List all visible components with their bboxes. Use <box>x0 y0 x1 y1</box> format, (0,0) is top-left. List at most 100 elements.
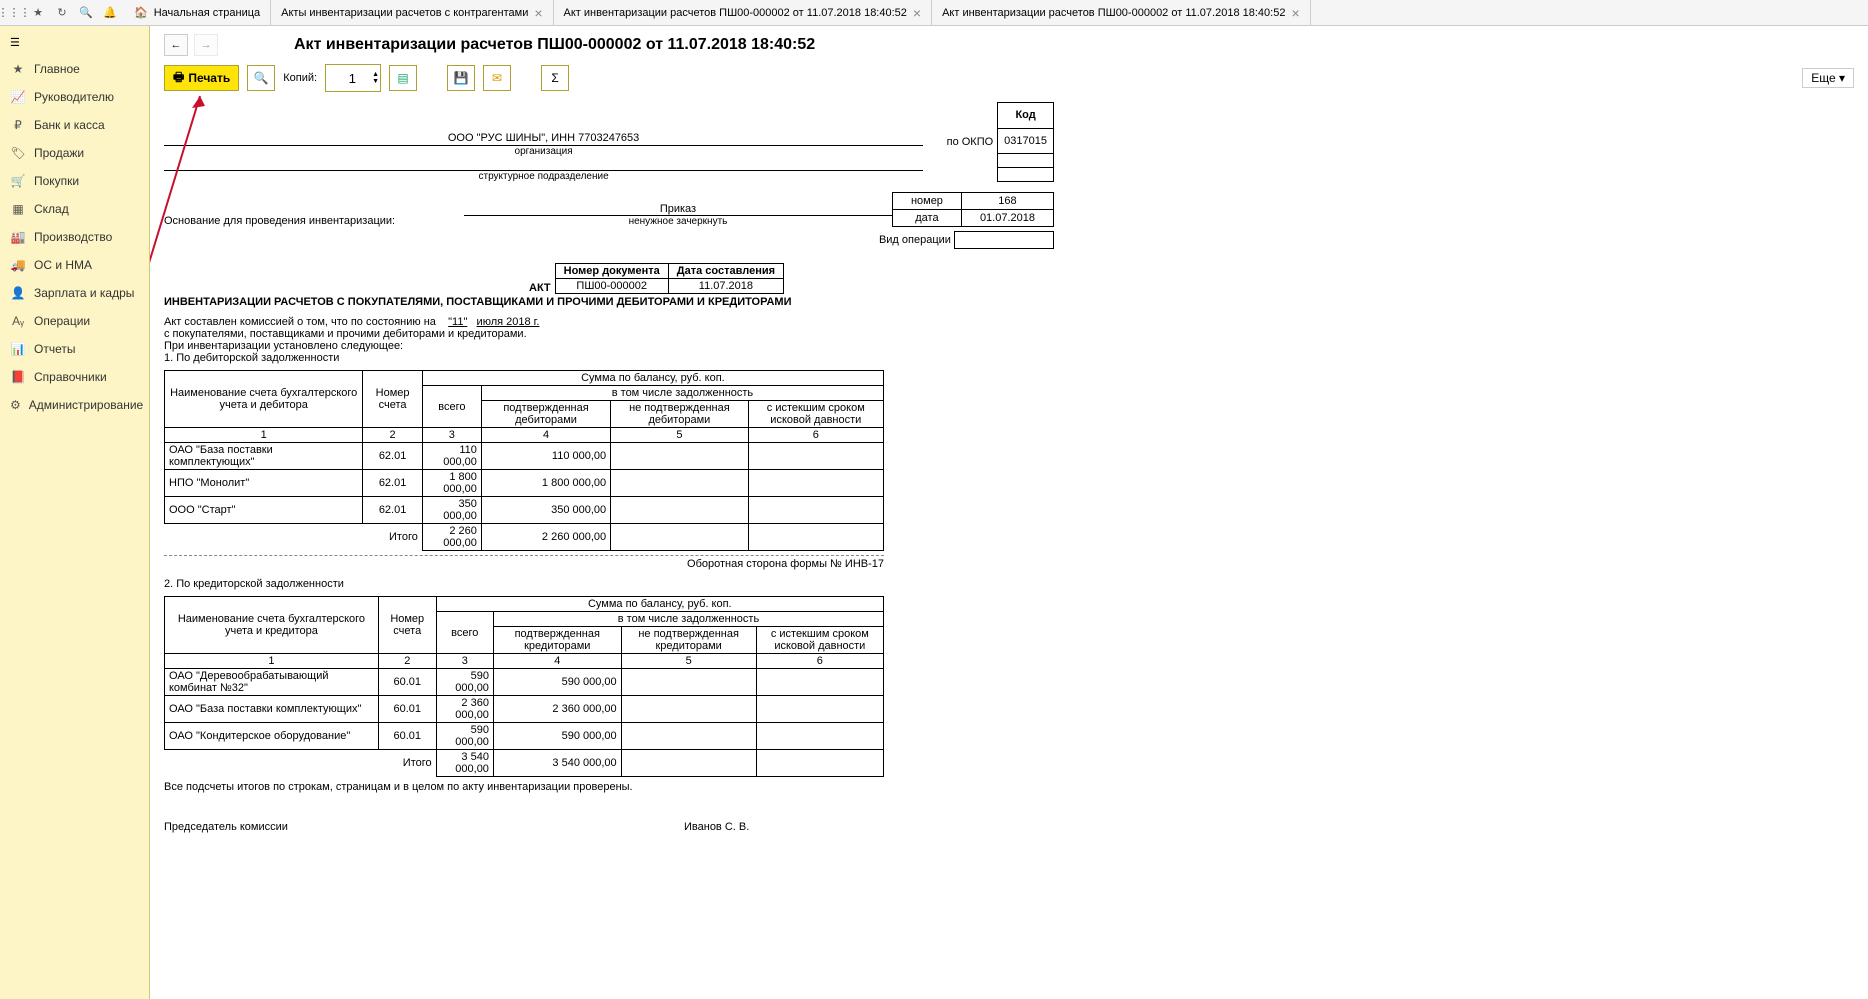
opview-label: Вид операции <box>879 234 951 246</box>
copies-spinner[interactable]: ▲▼ <box>370 71 380 85</box>
toolbar: 🖶 Печать 🔍 Копий: ▲▼ ▤ 💾 ✉ Σ Еще ▾ <box>164 64 1854 92</box>
numdate-table: номер168 дата01.07.2018 <box>892 192 1054 227</box>
gear-icon: ⚙ <box>10 397 21 413</box>
basis-value: Приказ <box>464 203 892 216</box>
sum-button[interactable]: Σ <box>541 65 569 91</box>
tab-0[interactable]: 🏠Начальная страница <box>124 0 271 25</box>
struct-sub: структурное подразделение <box>164 171 923 182</box>
bell-icon[interactable]: 🔔 <box>102 5 118 21</box>
document-body: ООО "РУС ШИНЫ", ИНН 7703247653 организац… <box>164 102 1054 833</box>
sidebar-item-3[interactable]: 🏷Продажи <box>0 139 149 167</box>
tab-2[interactable]: Акт инвентаризации расчетов ПШ00-000002 … <box>554 0 933 25</box>
struct-line <box>164 157 923 171</box>
code-table: Код 0317015 <box>997 102 1054 182</box>
copies-input[interactable] <box>326 65 370 91</box>
org-name: ООО "РУС ШИНЫ", ИНН 7703247653 <box>164 132 923 146</box>
close-icon[interactable]: × <box>913 5 921 21</box>
basis-label: Основание для проведения инвентаризации: <box>164 215 464 227</box>
back-button[interactable]: ← <box>164 34 188 56</box>
search-icon[interactable]: 🔍 <box>78 5 94 21</box>
opview-box <box>954 231 1054 249</box>
date-value: 01.07.2018 <box>961 210 1053 227</box>
content-area: 3 ← → Акт инвентаризации расчетов ПШ00-0… <box>150 26 1868 999</box>
tab-3[interactable]: Акт инвентаризации расчетов ПШ00-000002 … <box>932 0 1311 25</box>
table-row: ОАО "Деревообрабатывающий комбинат №32"6… <box>165 669 884 696</box>
apps-icon[interactable]: ⋮⋮⋮ <box>6 5 22 21</box>
print-button[interactable]: 🖶 Печать <box>164 65 239 91</box>
page-title: Акт инвентаризации расчетов ПШ00-000002 … <box>294 36 815 54</box>
sidebar-item-7[interactable]: 🚚ОС и НМА <box>0 251 149 279</box>
preview-button[interactable]: 🔍 <box>247 65 275 91</box>
tab-label: Акты инвентаризации расчетов с контраген… <box>281 7 528 19</box>
close-icon[interactable]: × <box>1291 5 1299 21</box>
truck-icon: 🚚 <box>10 257 26 273</box>
chart-icon: 📈 <box>10 89 26 105</box>
para1-day: "11" <box>448 316 467 328</box>
sidebar-item-10[interactable]: 📊Отчеты <box>0 335 149 363</box>
sidebar-item-label: Банк и касса <box>34 118 105 132</box>
sidebar-item-12[interactable]: ⚙ Администрирование <box>0 391 149 419</box>
sidebar-item-label: Руководителю <box>34 90 114 104</box>
okpo-value: 0317015 <box>998 128 1054 154</box>
top-bar: ⋮⋮⋮ ★ ↻ 🔍 🔔 🏠Начальная страница Акты инве… <box>0 0 1868 26</box>
para4: 1. По дебиторской задолженности <box>164 352 339 364</box>
section2-label: 2. По кредиторской задолженности <box>164 578 1054 590</box>
sidebar-item-1[interactable]: 📈 Руководителю <box>0 83 149 111</box>
sidebar-item-11[interactable]: 📕 Справочники <box>0 363 149 391</box>
sidebar-item-2[interactable]: ₽ Банк и касса <box>0 111 149 139</box>
save-button[interactable]: 💾 <box>447 65 475 91</box>
close-icon[interactable]: × <box>534 5 542 21</box>
debitor-table: Наименование счета бухгалтерского учета … <box>164 370 884 551</box>
num-label: номер <box>892 193 961 210</box>
sidebar-item-6[interactable]: 🏭Производство <box>0 223 149 251</box>
ruble-icon: ₽ <box>10 117 26 133</box>
export-button[interactable]: ▤ <box>389 65 417 91</box>
cart-icon: 🛒 <box>10 173 26 189</box>
docnum-table: Номер документаДата составления ПШ00-000… <box>555 263 784 294</box>
book-icon: 📕 <box>10 369 26 385</box>
table-row: ООО "Старт"62.01350 000,00350 000,00 <box>165 497 884 524</box>
star-icon[interactable]: ★ <box>30 5 46 21</box>
basis-sub: ненужное зачеркнуть <box>464 216 892 227</box>
home-icon: 🏠 <box>134 6 148 19</box>
chair-label: Председатель комиссии <box>164 821 444 833</box>
sidebar-item-label: Администрирование <box>29 398 143 412</box>
tabs-container: 🏠Начальная страница Акты инвентаризации р… <box>124 0 1311 25</box>
okpo-label: по ОКПО <box>923 102 993 182</box>
docdate-header: Дата составления <box>668 264 783 279</box>
boxes-icon: ▦ <box>10 201 26 217</box>
para2: с покупателями, поставщиками и прочими д… <box>164 328 527 340</box>
forward-button[interactable]: → <box>194 34 218 56</box>
star-icon: ★ <box>10 61 26 77</box>
sidebar: ☰ ★ Главное 📈 Руководителю ₽ Банк и касса 🏷Про… <box>0 26 150 999</box>
sidebar-item-label: Отчеты <box>34 342 75 356</box>
num-value: 168 <box>961 193 1053 210</box>
tag-icon: 🏷 <box>10 145 26 161</box>
sidebar-item-9[interactable]: AᵧОперации <box>0 307 149 335</box>
person-icon: 👤 <box>10 285 26 301</box>
chair-name: Иванов С. В. <box>684 821 749 833</box>
more-button[interactable]: Еще ▾ <box>1802 68 1854 88</box>
code-header: Код <box>998 103 1054 129</box>
sidebar-item-label: Склад <box>34 202 69 216</box>
sidebar-item-label: Справочники <box>34 370 107 384</box>
docnum-header: Номер документа <box>555 264 668 279</box>
sidebar-item-label: Зарплата и кадры <box>34 286 134 300</box>
para3: При инвентаризации установлено следующее… <box>164 340 403 352</box>
sidebar-item-4[interactable]: 🛒 Покупки <box>0 167 149 195</box>
para1-month: июля 2018 г. <box>477 316 540 328</box>
mail-button[interactable]: ✉ <box>483 65 511 91</box>
menu-toggle[interactable]: ☰ <box>0 30 149 55</box>
docdate-value: 11.07.2018 <box>668 279 783 294</box>
tab-1[interactable]: Акты инвентаризации расчетов с контраген… <box>271 0 553 25</box>
sidebar-item-label: Главное <box>34 62 80 76</box>
printer-icon: 🖶 <box>173 68 184 89</box>
sidebar-item-label: Покупки <box>34 174 79 188</box>
sidebar-item-8[interactable]: 👤 Зарплата и кадры <box>0 279 149 307</box>
history-icon[interactable]: ↻ <box>54 5 70 21</box>
sidebar-item-0[interactable]: ★ Главное <box>0 55 149 83</box>
back-note: Оборотная сторона формы № ИНВ-17 <box>164 558 884 570</box>
sidebar-item-5[interactable]: ▦ Склад <box>0 195 149 223</box>
table-row: ОАО "Кондитерское оборудование"60.01590 … <box>165 723 884 750</box>
akt-label: АКТ <box>529 282 551 294</box>
